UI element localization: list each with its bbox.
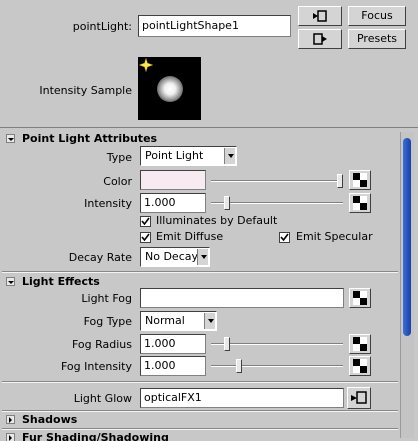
color-map-button[interactable] <box>349 170 371 190</box>
emit-specular-checkbox[interactable] <box>279 232 290 243</box>
fog-radius-slider-thumb[interactable] <box>224 337 230 351</box>
chevron-down-icon <box>224 148 235 164</box>
expand-fur-toggle[interactable] <box>6 433 15 441</box>
intensity-slider[interactable] <box>211 196 343 210</box>
fog-type-dropdown[interactable]: Normal <box>140 311 217 331</box>
presets-button[interactable]: Presets <box>348 29 406 49</box>
fog-radius-label: Fog Radius <box>71 338 132 351</box>
fog-type-value: Normal <box>145 314 185 327</box>
input-connection-button[interactable] <box>298 6 342 26</box>
input-connection-icon <box>313 10 327 22</box>
type-dropdown-value: Point Light <box>145 149 204 162</box>
fog-intensity-label: Fog Intensity <box>60 360 132 373</box>
input-connection-icon <box>351 391 367 404</box>
emit-diffuse-checkbox[interactable] <box>140 232 151 243</box>
decay-rate-value: No Decay <box>145 250 198 263</box>
fog-intensity-field[interactable]: 1.000 <box>140 356 206 376</box>
fog-intensity-slider[interactable] <box>211 359 343 373</box>
expand-shadows-toggle[interactable] <box>6 415 15 424</box>
intensity-slider-thumb[interactable] <box>224 196 230 210</box>
color-slider-thumb[interactable] <box>337 174 343 188</box>
output-connection-icon <box>313 33 327 45</box>
fog-type-label: Fog Type <box>83 315 132 328</box>
decay-rate-dropdown[interactable]: No Decay <box>140 247 210 267</box>
emit-diffuse-label: Emit Diffuse <box>156 230 224 243</box>
type-label: Type <box>106 151 132 164</box>
intensity-map-button[interactable] <box>349 193 371 213</box>
decay-rate-label: Decay Rate <box>68 251 132 264</box>
intensity-sample-label: Intensity Sample <box>39 84 132 97</box>
light-glow-label: Light Glow <box>73 392 132 405</box>
vertical-scrollbar[interactable] <box>400 132 414 438</box>
focus-button[interactable]: Focus <box>348 6 406 26</box>
light-fog-field[interactable] <box>140 288 344 308</box>
section-divider <box>2 381 398 383</box>
fog-intensity-map-button[interactable] <box>349 356 371 376</box>
checker-map-icon <box>353 359 367 373</box>
checker-map-icon <box>353 291 367 305</box>
type-dropdown[interactable]: Point Light <box>140 146 237 166</box>
illuminates-by-default-label: Illuminates by Default <box>156 214 278 227</box>
illuminates-by-default-checkbox[interactable] <box>140 216 151 227</box>
light-star-icon <box>139 58 153 72</box>
color-slider[interactable] <box>211 174 343 188</box>
collapse-light-effects-toggle[interactable] <box>6 277 15 286</box>
light-fog-map-button[interactable] <box>349 288 371 308</box>
light-glow-connection-button[interactable] <box>347 387 371 409</box>
checker-map-icon <box>353 196 367 210</box>
light-fog-label: Light Fog <box>81 292 132 305</box>
point-light-attributes-header[interactable]: Point Light Attributes <box>22 132 157 145</box>
section-divider <box>2 271 398 273</box>
fog-intensity-slider-thumb[interactable] <box>236 359 242 373</box>
collapse-point-light-attributes-toggle[interactable] <box>6 134 15 143</box>
light-effects-header[interactable]: Light Effects <box>22 275 100 288</box>
output-connection-button[interactable] <box>298 29 342 49</box>
scrollbar-thumb[interactable] <box>403 138 411 336</box>
section-divider <box>2 410 398 412</box>
fog-radius-field[interactable]: 1.000 <box>140 334 206 354</box>
intensity-field[interactable]: 1.000 <box>140 193 206 213</box>
color-label: Color <box>103 175 132 188</box>
fur-shading-header[interactable]: Fur Shading/Shadowing <box>22 431 169 441</box>
intensity-sample-swatch <box>138 57 201 120</box>
checker-map-icon <box>353 173 367 187</box>
intensity-label: Intensity <box>84 197 132 210</box>
color-swatch[interactable] <box>140 170 206 190</box>
fog-radius-slider[interactable] <box>211 337 343 351</box>
chevron-down-icon <box>204 313 215 329</box>
emit-specular-label: Emit Specular <box>296 230 373 243</box>
point-light-label: pointLight: <box>72 20 132 33</box>
fur-section-clip: Fur Shading/Shadowing <box>0 430 398 441</box>
shadows-header[interactable]: Shadows <box>22 413 77 426</box>
point-light-name-field[interactable]: pointLightShape1 <box>138 15 291 37</box>
fog-radius-map-button[interactable] <box>349 334 371 354</box>
chevron-down-icon <box>197 249 208 265</box>
light-glow-field[interactable]: opticalFX1 <box>140 388 344 408</box>
checker-map-icon <box>353 337 367 351</box>
